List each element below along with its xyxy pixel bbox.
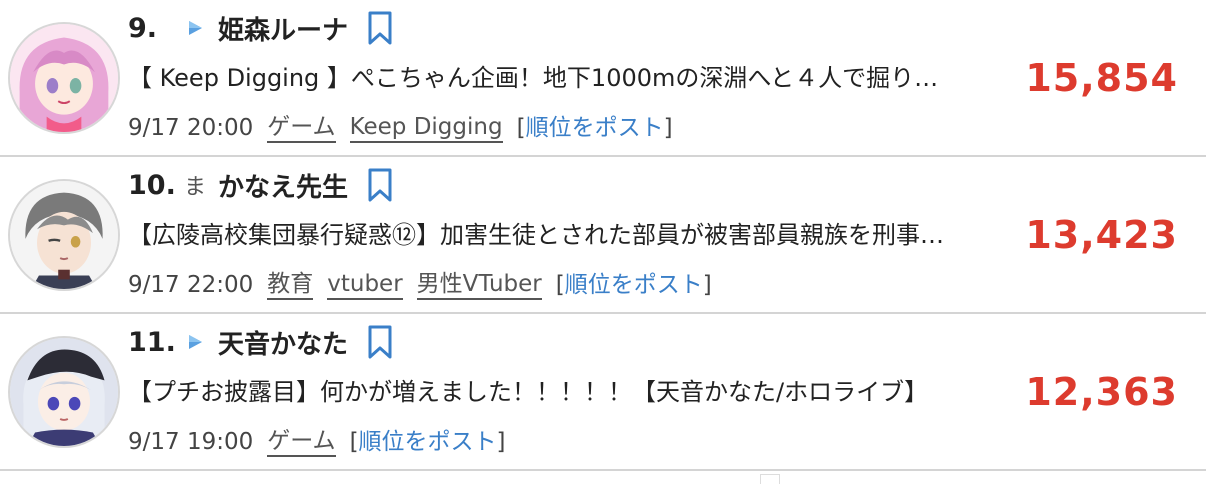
- platform-icon: ま: [183, 175, 206, 200]
- channel-name[interactable]: 天音かなた: [218, 324, 348, 361]
- post-rank: [順位をポスト]: [517, 110, 673, 146]
- bracket-open: [: [516, 115, 526, 141]
- youtube-play-icon: [180, 13, 210, 43]
- bracket-open: [: [349, 429, 359, 455]
- post-rank-link[interactable]: 順位をポスト: [526, 115, 664, 141]
- channel-avatar[interactable]: [8, 336, 120, 448]
- stream-date: 9/17 19:00: [128, 429, 254, 455]
- rank-number: 11.: [128, 326, 176, 358]
- bookmark-icon[interactable]: [366, 325, 394, 359]
- viewer-count: 15,854: [1025, 56, 1178, 100]
- post-rank: [順位をポスト]: [556, 267, 712, 303]
- row-header: 11. 天音かなた: [128, 322, 394, 362]
- tag-link[interactable]: Keep Digging: [349, 113, 503, 143]
- tag-link[interactable]: 教育: [267, 270, 314, 300]
- row-meta: 9/17 22:00 教育 vtuber 男性VTuber [順位をポスト]: [128, 267, 712, 303]
- video-title[interactable]: 【 Keep Digging 】ぺこちゃん企画！地下1000mの深淵へと４人で掘…: [128, 58, 998, 98]
- channel-avatar[interactable]: [8, 22, 120, 134]
- stream-date: 9/17 20:00: [128, 115, 254, 141]
- post-rank-link[interactable]: 順位をポスト: [565, 272, 703, 298]
- bracket-close: ]: [663, 115, 673, 141]
- stream-date: 9/17 22:00: [128, 272, 254, 298]
- channel-name[interactable]: 姫森ルーナ: [218, 10, 348, 47]
- rank-number: 10.: [128, 169, 176, 201]
- video-title[interactable]: 【広陵高校集団暴行疑惑⑫】加害生徒とされた部員が被害部員親族を刑事…: [128, 215, 998, 255]
- viewer-count: 13,423: [1025, 213, 1178, 257]
- ranking-row: 11. 天音かなた 【プチお披露目】何かが増えました！！！！！【天音かなた/ホロ…: [0, 314, 1206, 471]
- row-meta: 9/17 20:00 ゲーム Keep Digging [順位をポスト]: [128, 110, 673, 146]
- bookmark-icon[interactable]: [366, 168, 394, 202]
- tag-link[interactable]: 男性VTuber: [416, 270, 542, 300]
- bookmark-icon[interactable]: [366, 11, 394, 45]
- bracket-close: ]: [496, 429, 506, 455]
- bracket-open: [: [555, 272, 565, 298]
- tag-link[interactable]: ゲーム: [267, 427, 336, 457]
- tag-link[interactable]: vtuber: [327, 270, 403, 300]
- post-rank-link[interactable]: 順位をポスト: [359, 429, 497, 455]
- post-rank: [順位をポスト]: [350, 424, 506, 460]
- tag-link[interactable]: ゲーム: [267, 113, 336, 143]
- bracket-close: ]: [702, 272, 712, 298]
- row-header: 9. 姫森ルーナ: [128, 8, 394, 48]
- rank-number: 9.: [128, 12, 158, 44]
- row-meta: 9/17 19:00 ゲーム [順位をポスト]: [128, 424, 506, 460]
- youtube-play-icon: [180, 327, 210, 357]
- channel-avatar[interactable]: [8, 179, 120, 291]
- channel-name[interactable]: かなえ先生: [218, 167, 348, 204]
- viewer-count: 12,363: [1025, 370, 1178, 414]
- ranking-row: 9. 姫森ルーナ 【 Keep Digging 】ぺこちゃん企画！地下1000m…: [0, 0, 1206, 157]
- ranking-list: 9. 姫森ルーナ 【 Keep Digging 】ぺこちゃん企画！地下1000m…: [0, 0, 1206, 471]
- video-title[interactable]: 【プチお披露目】何かが増えました！！！！！【天音かなた/ホロライブ】: [128, 372, 998, 412]
- row-header: 10. ま かなえ先生: [128, 165, 394, 205]
- ranking-row: 10. ま かなえ先生 【広陵高校集団暴行疑惑⑫】加害生徒とされた部員が被害部員…: [0, 157, 1206, 314]
